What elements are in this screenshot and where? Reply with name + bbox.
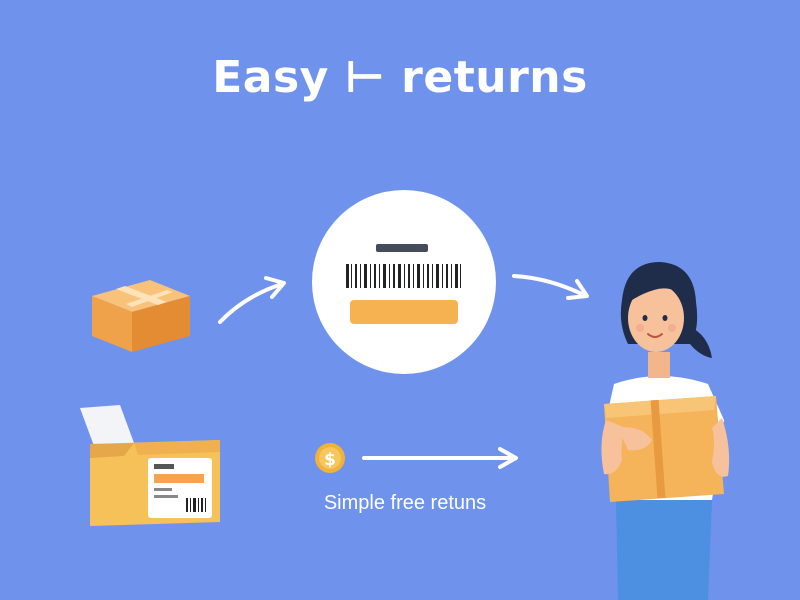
- svg-text:$: $: [324, 450, 336, 470]
- dollar-coin-icon: $: [315, 443, 345, 473]
- label-scan-icon: [312, 190, 496, 374]
- arrow-icon: [362, 447, 518, 469]
- open-box-icon: [80, 405, 220, 526]
- arrow-icon: [512, 274, 589, 300]
- arrow-icon: [218, 276, 286, 324]
- box-icon: [92, 280, 190, 352]
- free-returns-caption: Simple free retuns: [323, 492, 487, 514]
- person-holding-box-illustration: [601, 262, 730, 600]
